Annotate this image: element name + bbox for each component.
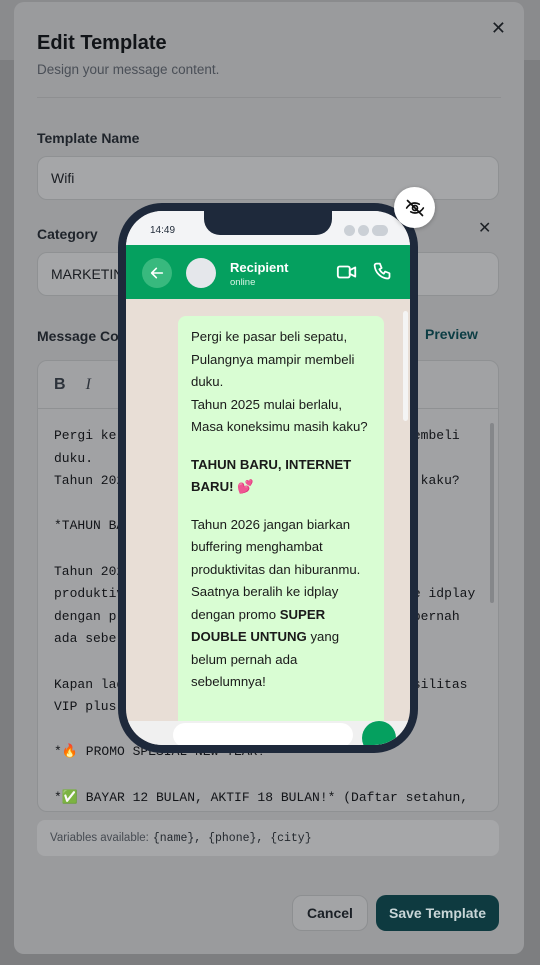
modal-subtitle: Design your message content. xyxy=(37,62,220,77)
editor-scrollbar[interactable] xyxy=(490,423,494,603)
message-paragraph-4: Tahun 2026 jangan biarkan buffering meng… xyxy=(191,516,361,690)
variables-hint: Variables available: {name}, {phone}, {c… xyxy=(37,820,499,856)
message-paragraph-2: Tahun 2025 mulai berlalu, Masa koneksimu… xyxy=(191,396,368,435)
phone-call-icon[interactable] xyxy=(372,261,393,282)
status-indicators xyxy=(344,225,388,236)
save-template-button[interactable]: Save Template xyxy=(376,895,499,931)
back-arrow-icon[interactable] xyxy=(142,258,172,288)
hide-preview-button[interactable] xyxy=(394,187,435,228)
eye-off-icon xyxy=(405,199,424,216)
video-call-icon[interactable] xyxy=(336,261,358,283)
chat-composer xyxy=(126,721,410,745)
template-name-value: Wifi xyxy=(51,170,75,186)
phone-screen: 14:49 Recipient online Pergi ke pasar be… xyxy=(126,211,410,745)
chat-area: Pergi ke pasar beli sepatu, Pulangnya ma… xyxy=(126,299,410,739)
contact-status: online xyxy=(230,277,256,288)
cancel-button[interactable]: Cancel xyxy=(292,895,368,931)
status-time: 14:49 xyxy=(150,225,176,236)
message-paragraph-1: Pergi ke pasar beli sepatu, Pulangnya ma… xyxy=(191,329,355,389)
chat-scrollbar[interactable] xyxy=(403,311,408,421)
phone-preview: 14:49 Recipient online Pergi ke pasar be… xyxy=(118,203,418,753)
phone-notch xyxy=(204,211,332,235)
bold-button[interactable]: B xyxy=(54,376,66,394)
contact-name: Recipient xyxy=(230,260,289,275)
italic-button[interactable]: I xyxy=(86,376,91,394)
preview-label: Preview xyxy=(425,326,478,342)
template-name-label: Template Name xyxy=(37,130,140,146)
variables-label: Variables available: xyxy=(50,832,149,844)
avatar xyxy=(186,258,216,288)
message-headline: TAHUN BARU, INTERNET BARU! 💕 xyxy=(191,456,352,495)
header-divider xyxy=(37,97,501,98)
message-input[interactable] xyxy=(173,723,353,745)
send-button[interactable] xyxy=(362,721,396,745)
close-icon[interactable]: ✕ xyxy=(491,18,506,39)
message-bubble: Pergi ke pasar beli sepatu, Pulangnya ma… xyxy=(178,316,384,736)
preview-close-icon[interactable]: ✕ xyxy=(478,218,491,238)
category-label: Category xyxy=(37,226,98,242)
modal-title: Edit Template xyxy=(37,32,167,54)
chat-header: Recipient online xyxy=(126,245,410,299)
variables-codes: {name}, {phone}, {city} xyxy=(152,831,312,845)
